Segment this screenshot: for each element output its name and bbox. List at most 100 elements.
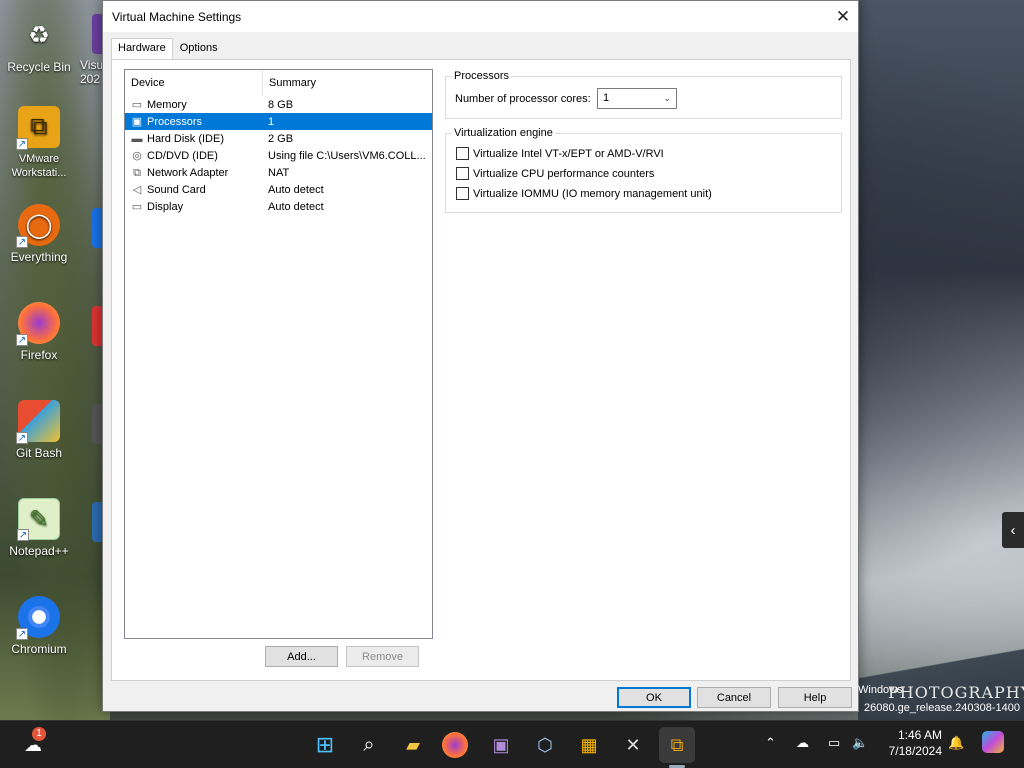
photography-watermark: PHOTOGRAPHY [888, 683, 1024, 702]
git-bash-icon: ↗ [16, 400, 60, 444]
memory-icon: ▭ [131, 98, 143, 111]
weather-badge: 1 [32, 727, 46, 741]
device-summary: 2 GB [268, 132, 294, 145]
desktop-icon-everything[interactable]: ◯ ↗ Everything [0, 204, 78, 264]
processors-group-title: Processors [452, 70, 512, 82]
device-cell: ▭ Display [125, 201, 263, 213]
cd-dvd-icon: ◎ [132, 149, 142, 162]
virtual-machine-settings-dialog: Virtual Machine Settings ✕ Hardware Opti… [102, 0, 859, 712]
file-explorer-icon[interactable]: ▰ [398, 730, 428, 760]
virtualization-group-title: Virtualization engine [452, 127, 555, 139]
virtualbox-icon[interactable]: ⬡ [530, 730, 560, 760]
device-summary: 1 [268, 115, 275, 128]
notepad-plus-plus-icon: ✎ ↗ [17, 498, 60, 541]
desktop-icon-label: Notepad++ [9, 544, 69, 558]
tab-strip: Hardware Options [111, 38, 225, 60]
microsoft-store-icon[interactable]: ▦ [574, 730, 604, 760]
network-adapter-icon: ⧉ [133, 166, 141, 179]
speaker-icon: ◁ [132, 183, 142, 196]
desktop-icon-label: Everything [10, 250, 68, 264]
device-name: Sound Card [147, 183, 206, 196]
dialog-titlebar[interactable]: Virtual Machine Settings ✕ [103, 1, 858, 32]
device-row-network-adapter[interactable]: ⧉ Network Adapter NAT [125, 164, 432, 181]
device-list[interactable]: Device Summary ▭ Memory 8 GB ▣ Processors 1 ▬ H… [124, 69, 433, 639]
device-cell: ⧉ Network Adapter [125, 167, 263, 179]
checkbox-box[interactable] [456, 167, 469, 180]
volume-muted-icon[interactable]: 🔈 [852, 735, 868, 751]
device-row-memory[interactable]: ▭ Memory 8 GB [125, 96, 432, 113]
device-row-display[interactable]: ▭ Display Auto detect [125, 198, 432, 215]
device-name: Hard Disk (IDE) [147, 132, 225, 145]
notification-bell-icon[interactable]: 🔔 [948, 735, 964, 751]
remove-device-button[interactable]: Remove [346, 646, 419, 667]
add-device-button[interactable]: Add... [265, 646, 338, 667]
cloud-offline-icon[interactable]: ☁ [796, 735, 809, 751]
vmware-icon: ⧉ ↗ [16, 106, 60, 150]
chevron-down-icon: ⌄ [663, 93, 671, 103]
desktop-icon-label: Git Bash [15, 446, 63, 460]
everything-search-icon: ◯ ↗ [16, 204, 60, 248]
checkbox-box[interactable] [456, 187, 469, 200]
desktop-icon-git-bash[interactable]: ↗ Git Bash [0, 400, 78, 460]
recycle-bin-icon: ♻ [28, 21, 50, 49]
clock-date: 7/18/2024 [888, 744, 942, 758]
device-cell: ▭ Memory [125, 99, 263, 111]
device-row-cd-dvd-ide[interactable]: ◎ CD/DVD (IDE) Using file C:\Users\VM6.COL… [125, 147, 432, 164]
desktop-icon-label: Firefox [20, 348, 58, 362]
column-header-summary[interactable]: Summary [263, 70, 431, 96]
device-row-hard-disk-ide[interactable]: ▬ Hard Disk (IDE) 2 GB [125, 130, 432, 147]
device-name: Memory [147, 98, 187, 111]
desktop-icon-notepad-plus-plus[interactable]: ✎ ↗ Notepad++ [0, 498, 78, 558]
processor-cores-select[interactable]: 1 ⌄ [597, 88, 677, 109]
network-icon[interactable]: ▭ [828, 735, 840, 751]
processor-icon: ▣ [131, 115, 143, 128]
chevron-left-icon[interactable]: ‹ [1002, 512, 1024, 548]
desktop-icon-vmware[interactable]: ⧉ ↗ VMware Workstati... [0, 106, 78, 180]
firefox-icon: ↗ [16, 302, 60, 346]
desktop-icon-label: Chromium [11, 642, 67, 656]
device-cell: ▬ Hard Disk (IDE) [125, 133, 263, 145]
search-icon[interactable]: ⌕ [354, 730, 384, 760]
chromium-icon: ↗ [16, 596, 60, 640]
checkbox-box[interactable] [456, 147, 469, 160]
close-icon[interactable]: ✕ [828, 1, 858, 32]
desktop-icon-firefox[interactable]: ↗ Firefox [0, 302, 78, 362]
desktop-icon-chromium[interactable]: ↗ Chromium [0, 596, 78, 656]
device-row-sound-card[interactable]: ◁ Sound Card Auto detect [125, 181, 432, 198]
device-name: CD/DVD (IDE) [147, 149, 218, 162]
processor-cores-value: 1 [603, 92, 610, 104]
firefox-icon[interactable] [442, 732, 468, 758]
checkbox-label: Virtualize IOMMU (IO memory management u… [473, 187, 712, 200]
virtualize-iommu-checkbox[interactable]: Virtualize IOMMU (IO memory management u… [456, 187, 712, 200]
device-rows: ▭ Memory 8 GB ▣ Processors 1 ▬ Hard Disk (IDE) 2… [125, 96, 432, 215]
processor-cores-label: Number of processor cores: [455, 93, 591, 105]
app-icon[interactable]: ▣ [486, 730, 516, 760]
capcut-icon[interactable]: ✕ [618, 730, 648, 760]
taskbar: ☁ 1 ⊞ ⌕ ▰ ▣ ⬡ ▦ ✕ ⧉ ⌃ ☁ ▭ 🔈 🔔 [0, 720, 1024, 768]
help-button[interactable]: Help [778, 687, 852, 708]
device-row-processors[interactable]: ▣ Processors 1 [125, 113, 432, 130]
device-cell: ◁ Sound Card [125, 184, 263, 196]
cancel-button[interactable]: Cancel [697, 687, 771, 708]
device-summary: Auto detect [268, 183, 324, 196]
hardware-tab-panel: Device Summary ▭ Memory 8 GB ▣ Processors 1 ▬ H… [111, 59, 851, 681]
dialog-title: Virtual Machine Settings [112, 9, 242, 24]
hard-disk-icon: ▬ [131, 132, 143, 145]
desktop-icon-recycle-bin[interactable]: ♻ Recycle Bin [0, 14, 78, 75]
device-summary: Using file C:\Users\VM6.COLL... [268, 149, 426, 162]
desktop-icon-label: VMware Workstati... [11, 153, 67, 179]
virtualize-vtx-checkbox[interactable]: Virtualize Intel VT-x/EPT or AMD-V/RVI [456, 147, 664, 160]
tab-options[interactable]: Options [173, 38, 225, 60]
ok-button[interactable]: OK [617, 687, 691, 708]
taskbar-clock[interactable]: 1:46 AM 7/18/2024 [878, 727, 942, 759]
chevron-up-icon[interactable]: ⌃ [765, 735, 776, 751]
vmware-icon[interactable]: ⧉ [662, 730, 692, 760]
checkbox-label: Virtualize CPU performance counters [473, 167, 655, 180]
device-name: Processors [147, 115, 203, 128]
copilot-icon[interactable] [982, 731, 1004, 753]
tab-hardware[interactable]: Hardware [111, 38, 173, 60]
desktop-icon-label: Recycle Bin [7, 60, 71, 74]
virtualize-cpu-counters-checkbox[interactable]: Virtualize CPU performance counters [456, 167, 654, 180]
column-header-device[interactable]: Device [125, 69, 263, 96]
windows-start-icon[interactable]: ⊞ [310, 730, 340, 760]
